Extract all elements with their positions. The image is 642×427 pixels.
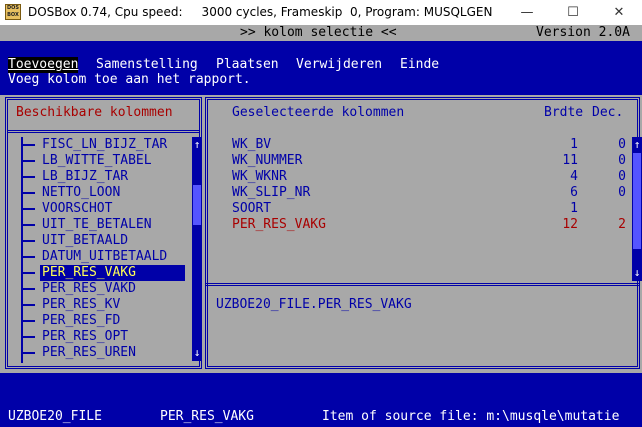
column-item[interactable]: PER_RES_KV — [21, 297, 122, 313]
selected-column-width: 6 — [570, 185, 578, 200]
dos-screen: >> kolom selectie << Version 2.0A Toevoe… — [0, 25, 642, 427]
decimals-header: Dec. — [592, 105, 624, 120]
panel-divider — [8, 130, 199, 133]
left-scroll-up-icon[interactable]: ↑ — [192, 137, 202, 153]
column-item[interactable]: FISC_LN_BIJZ_TAR — [21, 137, 169, 153]
column-item[interactable]: LB_BIJZ_TAR — [21, 169, 130, 185]
selected-column-name-current[interactable]: PER_RES_VAKG — [232, 217, 326, 233]
left-scrollbar[interactable] — [192, 137, 202, 361]
selected-column-width: 12 — [562, 217, 578, 232]
selected-column-dec: 2 — [618, 217, 626, 232]
selected-column-name[interactable]: WK_BV — [232, 137, 271, 153]
menu-einde[interactable]: Einde — [400, 57, 439, 73]
selected-column-width: 11 — [562, 153, 578, 168]
menu-samenstelling[interactable]: Samenstelling — [96, 57, 198, 73]
minimize-button[interactable]: — — [504, 0, 550, 25]
status-file: UZBOE20_FILE — [8, 409, 102, 424]
maximize-button[interactable]: ☐ — [550, 0, 596, 25]
menu-help-text: Voeg kolom toe aan het rapport. — [8, 72, 251, 87]
selected-column-dec: 0 — [618, 153, 626, 168]
width-header: Brdte — [544, 105, 584, 120]
dosbox-app-icon[interactable]: DOS BOX — [5, 4, 21, 20]
column-item[interactable]: PER_RES_OPT — [21, 329, 130, 345]
window-title: DOSBox 0.74, Cpu speed: 3000 cycles, Fra… — [28, 5, 493, 19]
selected-column-width: 1 — [570, 201, 578, 216]
status-source: Item of source file: m:\musqle\mutatie — [322, 409, 620, 424]
selected-column-width: 1 — [570, 137, 578, 152]
column-item[interactable]: UIT_TE_BETALEN — [21, 217, 154, 233]
selected-column-path: UZBOE20_FILE.PER_RES_VAKG — [216, 297, 412, 312]
right-scroll-down-icon[interactable]: ↓ — [632, 265, 642, 281]
column-item[interactable]: DATUM_UITBETAALD — [21, 249, 169, 265]
left-scroll-down-icon[interactable]: ↓ — [192, 345, 202, 361]
selected-column-dec: 0 — [618, 137, 626, 152]
column-item[interactable]: PER_RES_FD — [21, 313, 122, 329]
selected-columns-header: Geselecteerde kolommen — [232, 105, 405, 120]
selected-column-dec: 0 — [618, 185, 626, 200]
column-item[interactable]: UIT_BETAALD — [21, 233, 130, 249]
panel-divider — [205, 283, 640, 286]
column-item[interactable]: PER_RES_UREN — [21, 345, 138, 361]
menu-plaatsen[interactable]: Plaatsen — [216, 57, 279, 73]
selected-column-name[interactable]: WK_SLIP_NR — [232, 185, 310, 201]
window-titlebar: DOS BOX DOSBox 0.74, Cpu speed: 3000 cyc… — [0, 0, 642, 25]
menu-toevoegen[interactable]: Toevoegen — [8, 57, 79, 73]
right-scroll-thumb[interactable] — [633, 153, 641, 249]
left-scroll-thumb[interactable] — [193, 185, 201, 225]
close-button[interactable]: ✕ — [596, 0, 642, 25]
column-item-selected[interactable]: PER_RES_VAKG — [21, 265, 185, 281]
status-field: PER_RES_VAKG — [160, 409, 254, 424]
column-item[interactable]: VOORSCHOT — [21, 201, 114, 217]
column-item[interactable]: LB_WITTE_TABEL — [21, 153, 154, 169]
column-item[interactable]: PER_RES_VAKD — [21, 281, 138, 297]
selected-column-name[interactable]: WK_WKNR — [232, 169, 287, 185]
selected-column-name[interactable]: SOORT — [232, 201, 271, 217]
right-scroll-up-icon[interactable]: ↑ — [632, 137, 642, 153]
available-columns-title: Beschikbare kolommen — [16, 105, 173, 120]
selected-column-width: 4 — [570, 169, 578, 184]
screen-title: >> kolom selectie << — [240, 25, 397, 40]
version-label: Version 2.0A — [536, 25, 630, 40]
selected-column-name[interactable]: WK_NUMMER — [232, 153, 302, 169]
menu-verwijderen[interactable]: Verwijderen — [296, 57, 382, 73]
selected-column-dec: 0 — [618, 169, 626, 184]
column-item[interactable]: NETTO_LOON — [21, 185, 122, 201]
